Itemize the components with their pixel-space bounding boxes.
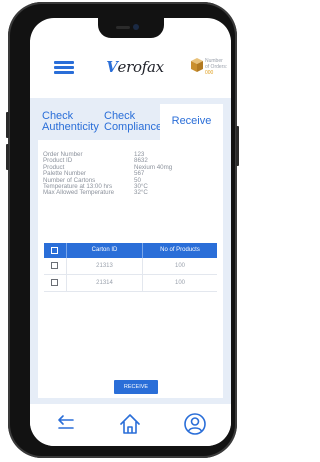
home-icon[interactable]	[118, 412, 142, 436]
camera	[133, 24, 139, 30]
tab-check-authenticity[interactable]: Check Authenticity	[38, 104, 100, 140]
box-icon	[191, 58, 203, 72]
detail-row: Max Allowed Temperature 32°C	[43, 189, 213, 197]
logo-text: erofax	[117, 58, 165, 76]
phone-frame: Verofax Number of Orders: 000 Check Auth…	[6, 2, 239, 458]
carton-id-cell: 21313	[66, 258, 142, 274]
tab-label-line2: Compliance	[104, 121, 163, 133]
volume-down-button	[6, 144, 9, 170]
app-logo: Verofax	[100, 58, 170, 76]
back-arrow-icon[interactable]	[53, 412, 77, 436]
power-button	[236, 126, 239, 166]
main-content: Check Authenticity Check Compliance Rece…	[30, 98, 231, 404]
tab-check-compliance[interactable]: Check Compliance	[100, 104, 163, 140]
table-header: Carton ID No of Products	[44, 243, 217, 258]
select-all-cell	[44, 243, 66, 258]
column-header-products: No of Products	[142, 243, 217, 258]
tab-receive[interactable]: Receive	[160, 104, 223, 140]
bottom-nav	[30, 404, 231, 446]
table-row[interactable]: 21314 100	[44, 275, 217, 292]
orders-label: Number of Orders: 000	[205, 58, 231, 76]
column-header-carton-id: Carton ID	[66, 243, 142, 258]
detail-value: 32°C	[134, 189, 148, 197]
row-checkbox[interactable]	[51, 279, 58, 286]
orders-counter: Number of Orders: 000	[190, 54, 230, 80]
detail-key: Max Allowed Temperature	[43, 189, 115, 197]
orders-count: 000	[205, 70, 214, 76]
logo-initial: V	[106, 58, 118, 76]
volume-up-button	[6, 112, 9, 138]
receive-button[interactable]: RECEIVE	[114, 380, 158, 394]
notch	[98, 18, 164, 38]
table-row[interactable]: 21313 100	[44, 258, 217, 275]
tab-bar: Check Authenticity Check Compliance Rece…	[38, 104, 223, 140]
carton-id-cell: 21314	[66, 275, 142, 291]
hamburger-icon[interactable]	[54, 61, 74, 75]
row-checkbox[interactable]	[51, 262, 58, 269]
profile-icon[interactable]	[183, 412, 207, 436]
products-cell: 100	[142, 275, 217, 291]
products-cell: 100	[142, 258, 217, 274]
speaker	[116, 26, 130, 29]
select-all-checkbox[interactable]	[51, 247, 58, 254]
app-header: Verofax Number of Orders: 000	[30, 40, 231, 98]
app-screen: Verofax Number of Orders: 000 Check Auth…	[30, 18, 231, 446]
tab-label-line2: Authenticity	[42, 121, 99, 133]
order-details: Order Number 123 Product ID 8632 Product Ne…	[43, 151, 213, 197]
